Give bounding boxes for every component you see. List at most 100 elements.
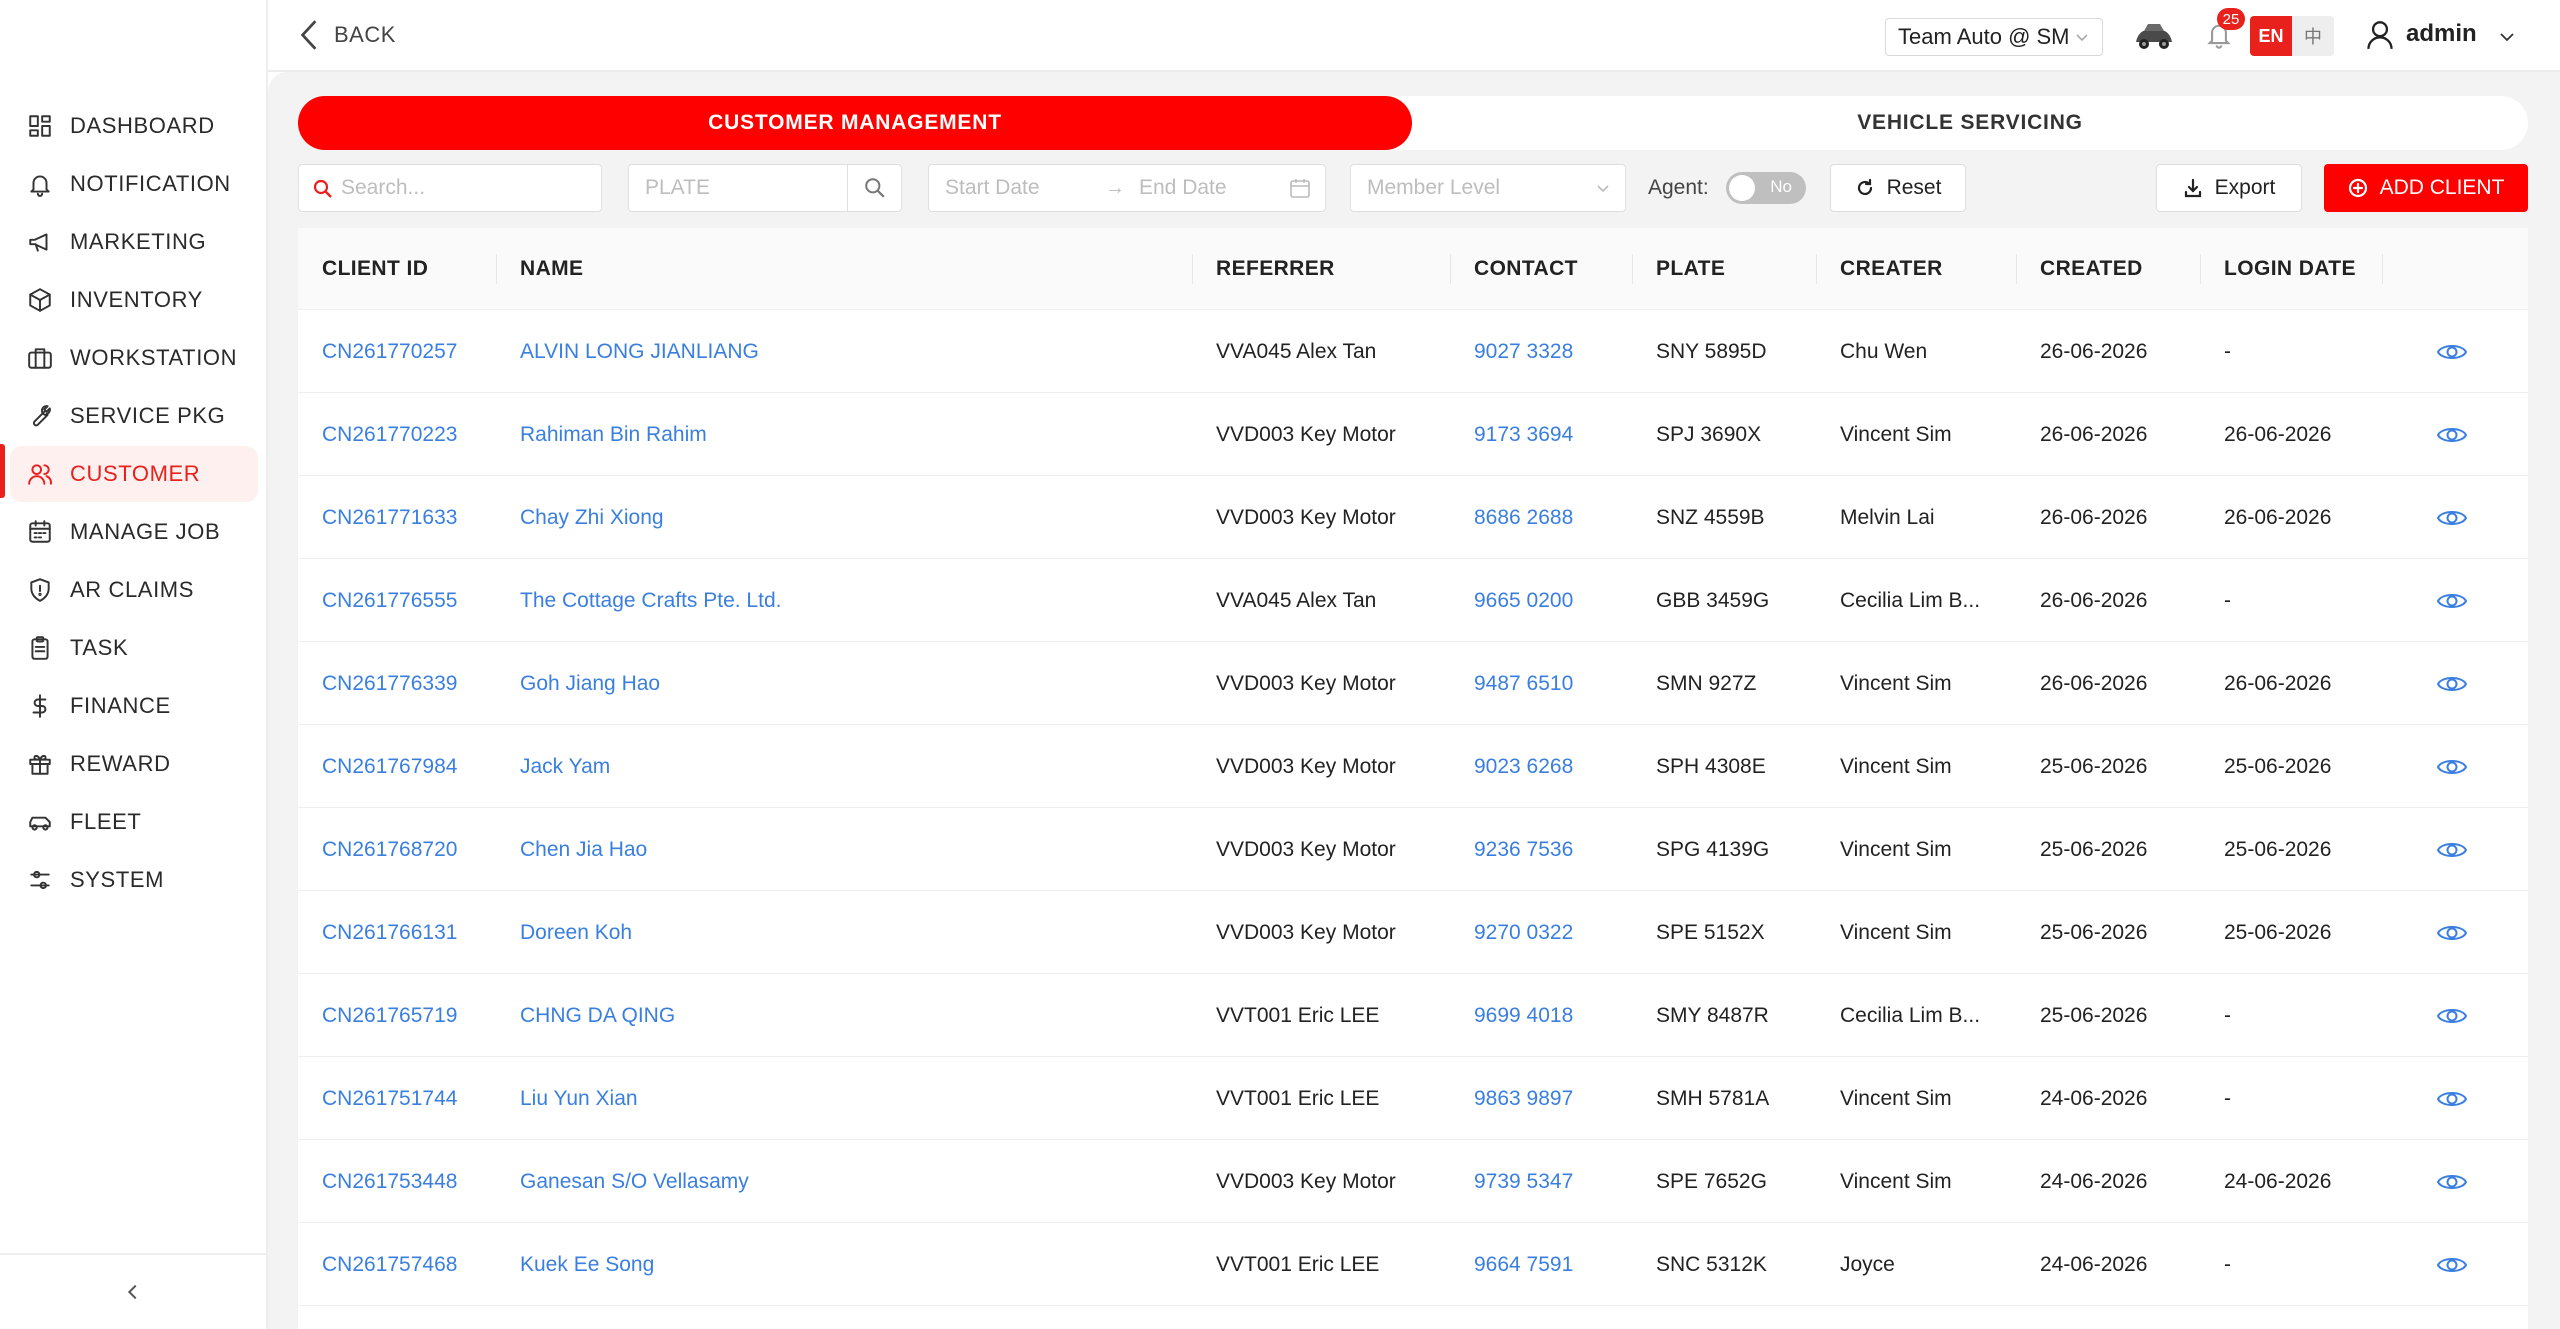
car-icon[interactable] <box>2132 18 2176 54</box>
add-client-button[interactable]: ADD CLIENT <box>2324 164 2528 212</box>
sidebar-item-marketing[interactable]: MARKETING <box>10 214 258 270</box>
sidebar-item-fleet[interactable]: FLEET <box>10 794 258 850</box>
contact-link[interactable]: 9023 6268 <box>1474 725 1573 808</box>
plate-cell: SPE 7652G <box>1656 1169 1767 1193</box>
client-id-link[interactable]: CN261765719 <box>322 974 457 1057</box>
view-button[interactable] <box>2436 755 2468 779</box>
plate-search-button[interactable] <box>847 165 901 211</box>
chevron-down-icon[interactable] <box>2498 28 2516 46</box>
reset-label: Reset <box>1886 176 1942 199</box>
view-button[interactable] <box>2436 1004 2468 1028</box>
lang-zh-button[interactable]: 中 <box>2292 16 2334 56</box>
client-id-link[interactable]: CN261768720 <box>322 808 457 891</box>
view-button[interactable] <box>2436 921 2468 945</box>
sidebar-item-inventory[interactable]: INVENTORY <box>10 272 258 328</box>
column-divider <box>1816 254 1817 284</box>
view-button[interactable] <box>2436 672 2468 696</box>
client-id-link[interactable]: CN261753448 <box>322 1140 457 1223</box>
col-creater[interactable]: CREATER <box>1840 228 1943 310</box>
client-name-link[interactable]: Chay Zhi Xiong <box>520 476 664 559</box>
view-button[interactable] <box>2436 838 2468 862</box>
date-range-picker[interactable]: Start Date → End Date <box>928 164 1326 212</box>
client-name-link[interactable]: Rahiman Bin Rahim <box>520 393 707 476</box>
member-level-select[interactable]: Member Level <box>1350 164 1626 212</box>
client-id-link[interactable]: CN261776555 <box>322 559 457 642</box>
view-button[interactable] <box>2436 506 2468 530</box>
agent-toggle[interactable]: No <box>1726 172 1806 204</box>
sidebar-item-customer[interactable]: CUSTOMER <box>10 446 258 502</box>
client-name-link[interactable]: Doreen Koh <box>520 891 632 974</box>
col-client-id[interactable]: CLIENT ID <box>322 228 428 310</box>
client-name-link[interactable]: Liu Yun Xian <box>520 1057 638 1140</box>
team-select[interactable]: Team Auto @ SM <box>1885 18 2103 56</box>
contact-link[interactable]: 9739 5347 <box>1474 1140 1573 1223</box>
client-name-link[interactable]: CHNG DA QING <box>520 974 675 1057</box>
col-login-date[interactable]: LOGIN DATE <box>2224 228 2356 310</box>
view-button[interactable] <box>2436 340 2468 364</box>
sidebar-item-finance[interactable]: FINANCE <box>10 678 258 734</box>
contact-link[interactable]: 9699 4018 <box>1474 974 1573 1057</box>
client-name-link[interactable]: The Cottage Crafts Pte. Ltd. <box>520 559 781 642</box>
client-id-link[interactable]: CN261770223 <box>322 393 457 476</box>
contact-link[interactable]: 9664 7591 <box>1474 1223 1573 1306</box>
view-button[interactable] <box>2436 589 2468 613</box>
view-button[interactable] <box>2436 1253 2468 1277</box>
client-id-link[interactable]: CN261770257 <box>322 310 457 393</box>
col-name[interactable]: NAME <box>520 228 583 310</box>
view-button[interactable] <box>2436 423 2468 447</box>
client-id-link[interactable]: CN261766131 <box>322 891 457 974</box>
contact-link[interactable]: 9027 3328 <box>1474 310 1573 393</box>
client-name-link[interactable]: Ganesan S/O Vellasamy <box>520 1140 749 1223</box>
col-referrer[interactable]: REFERRER <box>1216 228 1335 310</box>
tab-vehicle-servicing[interactable]: VEHICLE SERVICING <box>1412 96 2528 150</box>
col-contact[interactable]: CONTACT <box>1474 228 1578 310</box>
view-button[interactable] <box>2436 1087 2468 1111</box>
back-button[interactable]: BACK <box>298 18 396 52</box>
client-name-link[interactable]: ALVIN LONG JIANLIANG <box>520 310 759 393</box>
sidebar-item-task[interactable]: TASK <box>10 620 258 676</box>
download-icon <box>2184 178 2201 198</box>
client-id-link[interactable]: CN261751744 <box>322 1057 457 1140</box>
sidebar-item-service-pkg[interactable]: SERVICE PKG <box>10 388 258 444</box>
contact-link[interactable]: 8686 2688 <box>1474 476 1573 559</box>
sidebar-item-ar-claims[interactable]: AR CLAIMS <box>10 562 258 618</box>
eye-icon <box>2436 677 2468 691</box>
collapse-sidebar-button[interactable] <box>0 1253 266 1329</box>
contact-link[interactable]: 9665 0200 <box>1474 559 1573 642</box>
lang-en-button[interactable]: EN <box>2250 16 2292 56</box>
tab-customer-management[interactable]: CUSTOMER MANAGEMENT <box>298 96 1412 150</box>
eye-icon <box>2436 428 2468 442</box>
created-cell: 25-06-2026 <box>2040 837 2148 861</box>
login-date-cell: 26-06-2026 <box>2224 505 2332 529</box>
reset-button[interactable]: Reset <box>1830 164 1966 212</box>
col-created[interactable]: CREATED <box>2040 228 2143 310</box>
col-plate[interactable]: PLATE <box>1656 228 1725 310</box>
client-id-link[interactable]: CN261771633 <box>322 476 457 559</box>
search-input[interactable]: Search... <box>298 164 602 212</box>
creater-cell: Vincent Sim <box>1840 754 1952 778</box>
sliders-icon <box>26 866 54 894</box>
contact-link[interactable]: 9270 0322 <box>1474 891 1573 974</box>
contact-link[interactable]: 9236 7536 <box>1474 808 1573 891</box>
client-id-link[interactable]: CN261757468 <box>322 1223 457 1306</box>
client-name-link[interactable]: Kuek Ee Song <box>520 1223 654 1306</box>
contact-link[interactable]: 9487 6510 <box>1474 642 1573 725</box>
sidebar-item-manage-job[interactable]: MANAGE JOB <box>10 504 258 560</box>
contact-link[interactable]: 9863 9897 <box>1474 1057 1573 1140</box>
plate-input[interactable]: PLATE <box>628 164 902 212</box>
export-button[interactable]: Export <box>2156 164 2302 212</box>
user-avatar[interactable] <box>2366 20 2398 52</box>
sidebar-item-dashboard[interactable]: DASHBOARD <box>10 98 258 154</box>
sidebar-item-notification[interactable]: NOTIFICATION <box>10 156 258 212</box>
client-name-link[interactable]: Goh Jiang Hao <box>520 642 660 725</box>
sidebar-item-system[interactable]: SYSTEM <box>10 852 258 908</box>
client-name-link[interactable]: Jack Yam <box>520 725 610 808</box>
client-name-link[interactable]: Chen Jia Hao <box>520 808 647 891</box>
view-button[interactable] <box>2436 1170 2468 1194</box>
user-name[interactable]: admin <box>2406 20 2477 48</box>
client-id-link[interactable]: CN261767984 <box>322 725 457 808</box>
sidebar-item-reward[interactable]: REWARD <box>10 736 258 792</box>
client-id-link[interactable]: CN261776339 <box>322 642 457 725</box>
sidebar-item-workstation[interactable]: WORKSTATION <box>10 330 258 386</box>
contact-link[interactable]: 9173 3694 <box>1474 393 1573 476</box>
